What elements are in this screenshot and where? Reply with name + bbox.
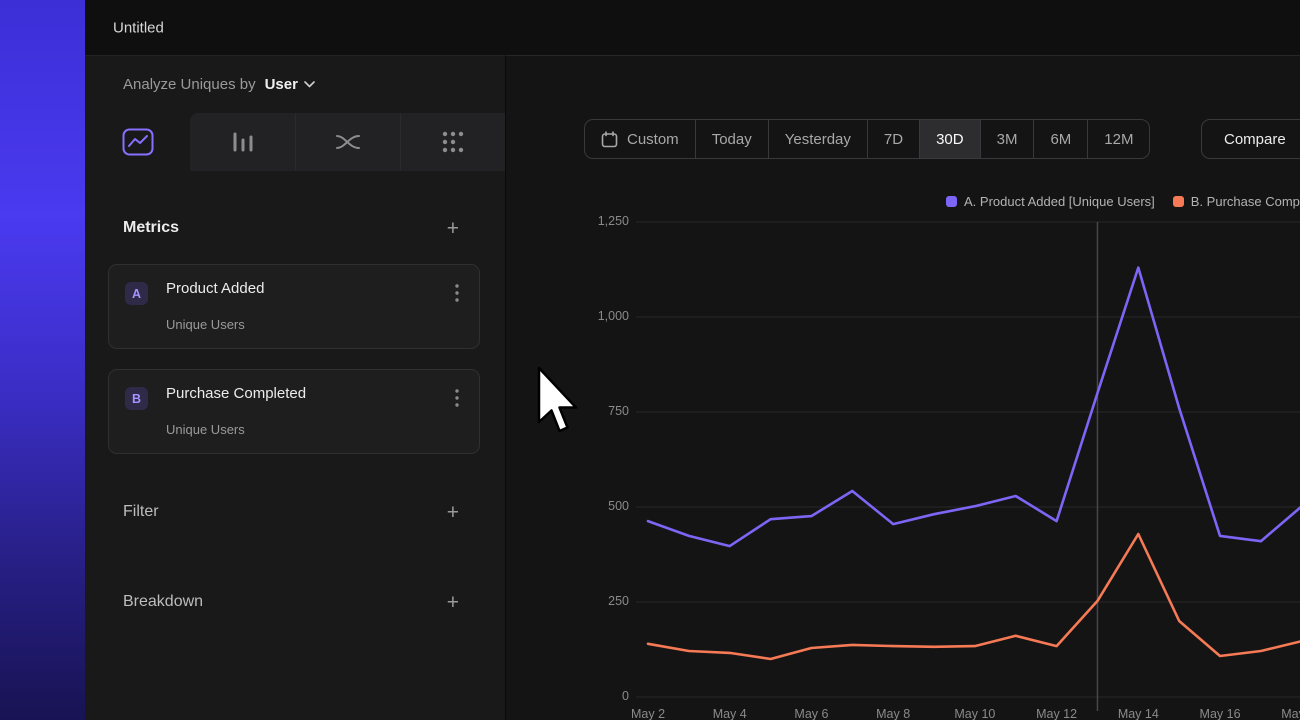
metric-title: Purchase Completed	[166, 385, 306, 402]
range-3m-button[interactable]: 3M	[980, 120, 1034, 158]
legend-swatch-orange	[1173, 196, 1184, 207]
metric-measurement[interactable]: Unique Users	[166, 422, 245, 437]
analyze-entity-dropdown[interactable]: User	[265, 76, 315, 93]
flows-icon	[335, 131, 361, 153]
line-chart-icon	[122, 128, 154, 156]
legend-item-product-added[interactable]: A. Product Added [Unique Users]	[946, 192, 1155, 210]
date-range-toolbar: Custom Today Yesterday 7D 30D 3M 6M 12M	[584, 119, 1150, 159]
x-tick-label: May 10	[954, 707, 995, 720]
tab-retention[interactable]	[400, 113, 505, 171]
x-tick-label: May 2	[631, 707, 665, 720]
report-type-tabs	[85, 113, 505, 171]
y-tick-label: 1,250	[506, 214, 629, 228]
legend-item-purchase-completed[interactable]: B. Purchase Completed [Unique Users]	[1173, 192, 1300, 210]
metrics-label: Metrics	[123, 219, 179, 237]
x-tick-label: May 6	[794, 707, 828, 720]
x-tick-label: May 16	[1200, 707, 1241, 720]
x-axis-labels: May 2May 4May 6May 8May 10May 12May 14Ma…	[636, 707, 1300, 720]
range-12m-button[interactable]: 12M	[1087, 120, 1149, 158]
metric-menu-button[interactable]	[447, 386, 467, 410]
range-30d-button[interactable]: 30D	[919, 120, 980, 158]
tab-insights[interactable]	[85, 113, 190, 171]
y-tick-label: 500	[506, 499, 629, 513]
range-7d-button[interactable]: 7D	[867, 120, 919, 158]
tab-flows[interactable]	[295, 113, 400, 171]
filter-label: Filter	[123, 503, 159, 521]
add-metric-button[interactable]: +	[447, 218, 459, 239]
brand-gradient-strip	[0, 0, 85, 720]
analyze-uniques-row: Analyze Uniques by User	[123, 56, 315, 112]
top-bar: Untitled	[85, 0, 1300, 55]
bar-chart-icon	[230, 131, 256, 153]
y-tick-label: 250	[506, 594, 629, 608]
add-filter-button[interactable]: +	[447, 502, 459, 523]
range-yesterday-button[interactable]: Yesterday	[768, 120, 867, 158]
range-6m-button[interactable]: 6M	[1033, 120, 1087, 158]
legend-label: B. Purchase Completed [Unique Users]	[1191, 194, 1300, 209]
metric-title: Product Added	[166, 280, 264, 297]
analyze-label: Analyze Uniques by	[123, 76, 256, 93]
metrics-section-header: Metrics +	[85, 208, 505, 248]
filter-section-header: Filter +	[85, 492, 505, 532]
metric-measurement[interactable]: Unique Users	[166, 317, 245, 332]
chart-panel: Custom Today Yesterday 7D 30D 3M 6M 12M …	[505, 55, 1300, 720]
metric-card-purchase-completed[interactable]: B Purchase Completed Unique Users	[108, 369, 480, 454]
line-chart[interactable]	[636, 216, 1300, 716]
y-tick-label: 0	[506, 689, 629, 703]
legend-swatch-purple	[946, 196, 957, 207]
x-tick-label: May 12	[1036, 707, 1077, 720]
x-tick-label: May 18	[1281, 707, 1300, 720]
date-range-group: Custom Today Yesterday 7D 30D 3M 6M 12M	[584, 119, 1150, 159]
breakdown-section-header: Breakdown +	[85, 582, 505, 622]
chart-legend: A. Product Added [Unique Users] B. Purch…	[946, 192, 1300, 210]
kebab-menu-icon	[455, 284, 459, 302]
metric-badge: A	[125, 282, 148, 305]
custom-range-label: Custom	[627, 131, 679, 148]
metric-badge: B	[125, 387, 148, 410]
query-builder-sidebar: Analyze Uniques by User	[85, 55, 505, 720]
kebab-menu-icon	[455, 389, 459, 407]
x-tick-label: May 14	[1118, 707, 1159, 720]
add-breakdown-button[interactable]: +	[447, 592, 459, 613]
metric-menu-button[interactable]	[447, 281, 467, 305]
metric-card-product-added[interactable]: A Product Added Unique Users	[108, 264, 480, 349]
report-title[interactable]: Untitled	[113, 19, 164, 36]
y-axis-labels: 0 250 500 750 1,000 1,250	[506, 56, 629, 720]
tab-funnels[interactable]	[190, 113, 295, 171]
analyze-entity-value: User	[265, 76, 298, 93]
y-tick-label: 1,000	[506, 309, 629, 323]
y-tick-label: 750	[506, 404, 629, 418]
x-tick-label: May 4	[713, 707, 747, 720]
range-today-button[interactable]: Today	[695, 120, 768, 158]
x-tick-label: May 8	[876, 707, 910, 720]
breakdown-label: Breakdown	[123, 593, 203, 611]
chevron-down-icon	[304, 81, 315, 88]
legend-label: A. Product Added [Unique Users]	[964, 194, 1155, 209]
retention-grid-icon	[441, 130, 465, 154]
compare-button[interactable]: Compare	[1201, 119, 1300, 159]
